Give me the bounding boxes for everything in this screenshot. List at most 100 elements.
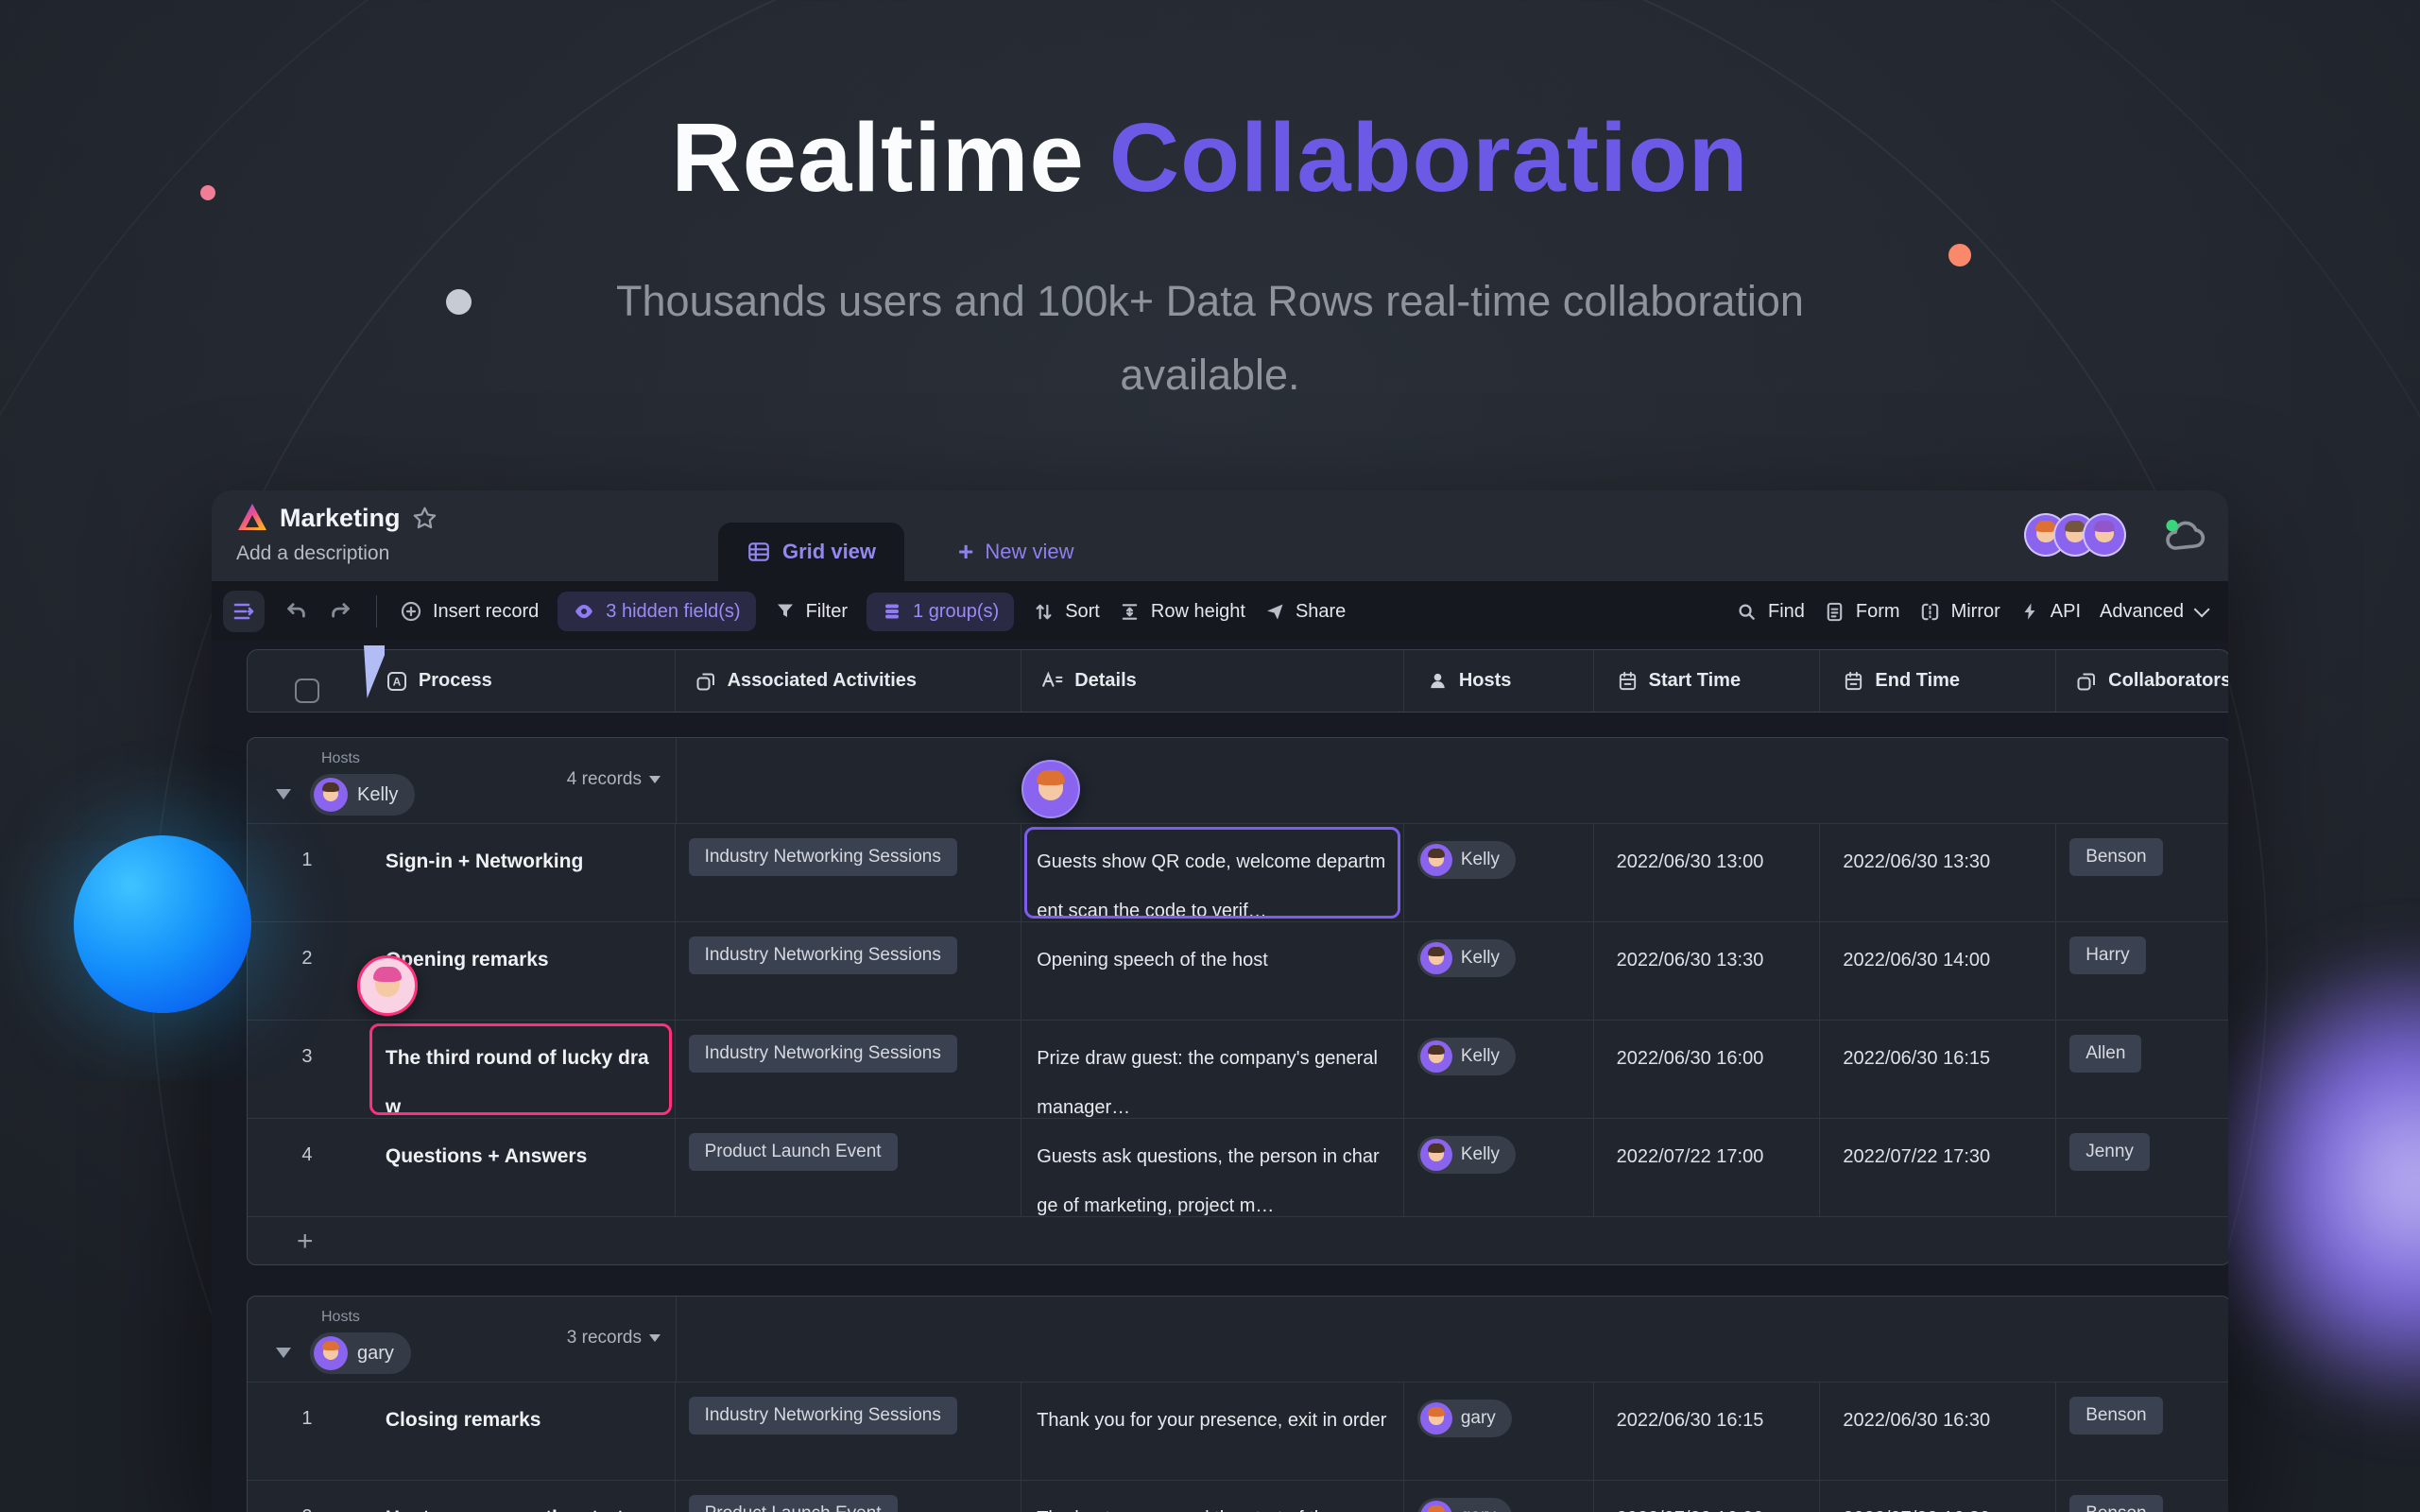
cell-details[interactable]: Guests show QR code, welcome department … — [1021, 824, 1404, 921]
group-field-label: Hosts — [321, 750, 360, 766]
cell-start-time[interactable]: 2022/06/30 13:30 — [1594, 922, 1821, 1020]
form-button[interactable]: Form — [1824, 601, 1900, 623]
group-collapse-toggle[interactable] — [276, 789, 291, 799]
cell-end-time[interactable]: 2022/06/30 13:30 — [1820, 824, 2057, 921]
document-info: Marketing Add a description — [236, 502, 438, 565]
cell-hosts[interactable]: Kelly — [1404, 1119, 1594, 1216]
avatar-kelly — [1419, 1139, 1452, 1171]
hero-title-accent: Collaboration — [1108, 103, 1749, 212]
star-outline-icon[interactable] — [412, 506, 438, 531]
cell-collaborators[interactable]: Harry — [2056, 922, 2228, 1020]
column-header-process[interactable]: A Process — [367, 650, 676, 712]
cell-end-time[interactable]: 2022/07/22 17:30 — [1820, 1119, 2057, 1216]
cell-end-time[interactable]: 2022/07/22 16:30 — [1820, 1481, 2057, 1512]
cell-details[interactable]: Thank you for your presence, exit in ord… — [1021, 1383, 1404, 1480]
insert-record-button[interactable]: Insert record — [400, 600, 539, 623]
app-header: Marketing Add a description Grid view Ne… — [212, 490, 2228, 581]
cell-process[interactable]: Sign-in + Networking — [367, 824, 676, 921]
hidden-fields-button[interactable]: 3 hidden field(s) — [558, 592, 756, 631]
decor-blue-sphere — [74, 835, 251, 1013]
cell-collaborators[interactable]: Benson — [2056, 1481, 2228, 1512]
cell-process[interactable]: Questions + Answers — [367, 1119, 676, 1216]
add-record-row[interactable] — [248, 1216, 2228, 1266]
select-all-checkbox[interactable] — [294, 678, 319, 703]
cell-hosts[interactable]: gary — [1404, 1481, 1594, 1512]
filter-button[interactable]: Filter — [775, 601, 848, 623]
cell-associated-activities[interactable]: Product Launch Event — [676, 1481, 1022, 1512]
redo-button[interactable] — [328, 599, 353, 625]
new-view-button[interactable]: New view — [958, 523, 1073, 581]
collapse-sidebar-button[interactable] — [223, 591, 265, 632]
cell-start-time[interactable]: 2022/06/30 16:15 — [1594, 1383, 1821, 1480]
cell-process[interactable]: The third round of lucky draw — [367, 1021, 676, 1118]
mirror-button[interactable]: Mirror — [1919, 601, 2000, 623]
cell-collaborators[interactable]: Benson — [2056, 1383, 2228, 1480]
add-description-button[interactable]: Add a description — [236, 542, 438, 565]
cell-associated-activities[interactable]: Industry Networking Sessions — [676, 1383, 1022, 1480]
cell-details[interactable]: Guests ask questions, the person in char… — [1021, 1119, 1404, 1216]
toolbar: Insert record 3 hidden field(s) Filter 1… — [212, 581, 2228, 642]
cell-end-time[interactable]: 2022/06/30 16:15 — [1820, 1021, 2057, 1118]
row-height-button[interactable]: Row height — [1119, 601, 1245, 623]
undo-button[interactable] — [283, 599, 309, 625]
cell-collaborators[interactable]: Jenny — [2056, 1119, 2228, 1216]
cell-process[interactable]: Host announces the start — [367, 1481, 676, 1512]
avatar-purple-hair[interactable] — [2083, 513, 2126, 557]
column-header-end-time[interactable]: End Time — [1820, 650, 2057, 712]
column-header-hosts[interactable]: Hosts — [1404, 650, 1594, 712]
cell-end-time[interactable]: 2022/06/30 14:00 — [1820, 922, 2057, 1020]
api-bolt-icon — [2019, 601, 2040, 622]
cell-start-time[interactable]: 2022/06/30 13:00 — [1594, 824, 1821, 921]
advanced-button[interactable]: Advanced — [2100, 601, 2210, 623]
cell-associated-activities[interactable]: Industry Networking Sessions — [676, 922, 1022, 1020]
table-row: 3 The third round of lucky draw Industry… — [248, 1020, 2228, 1118]
cell-details[interactable]: Prize draw guest: the company's general … — [1021, 1021, 1404, 1118]
search-icon — [1736, 601, 1758, 623]
column-header-details[interactable]: Details — [1021, 650, 1404, 712]
group-collapse-toggle[interactable] — [276, 1348, 291, 1358]
sort-button[interactable]: Sort — [1033, 601, 1100, 623]
svg-text:A: A — [393, 675, 402, 688]
column-header-collaborators[interactable]: Collaborators — [2056, 650, 2228, 712]
avatar-gary — [1419, 1501, 1452, 1512]
group-button[interactable]: 1 group(s) — [867, 592, 1015, 631]
cell-details[interactable]: The host announced the start of th — [1021, 1481, 1404, 1512]
cell-associated-activities[interactable]: Product Launch Event — [676, 1119, 1022, 1216]
cell-process[interactable]: Closing remarks — [367, 1383, 676, 1480]
column-header-start-time[interactable]: Start Time — [1594, 650, 1821, 712]
cell-end-time[interactable]: 2022/06/30 16:30 — [1820, 1383, 2057, 1480]
plus-icon — [297, 1228, 314, 1256]
group-record-count[interactable]: 4 records — [434, 769, 661, 790]
cell-start-time[interactable]: 2022/06/30 16:00 — [1594, 1021, 1821, 1118]
grid-view-icon — [747, 540, 771, 564]
cell-hosts[interactable]: Kelly — [1404, 824, 1594, 921]
cell-hosts[interactable]: Kelly — [1404, 1021, 1594, 1118]
link-record-icon — [695, 670, 717, 693]
hero-subtitle: Thousands users and 100k+ Data Rows real… — [616, 277, 1804, 399]
column-header-associated-activities[interactable]: Associated Activities — [676, 650, 1022, 712]
mirror-icon — [1919, 601, 1941, 623]
group-record-count[interactable]: 3 records — [434, 1328, 661, 1349]
caret-down-icon — [649, 776, 661, 783]
cell-collaborators[interactable]: Benson — [2056, 824, 2228, 921]
row-number: 3 — [301, 1046, 313, 1067]
collaborator-avatar-purple — [1021, 760, 1080, 818]
cell-hosts[interactable]: Kelly — [1404, 922, 1594, 1020]
group-stack-icon — [882, 601, 902, 622]
group-kelly: Hosts Kelly 4 records 1 Sign-in + Networ… — [247, 737, 2228, 1265]
table-row: 2 Host announces the start Product Launc… — [248, 1480, 2228, 1512]
cell-start-time[interactable]: 2022/07/22 17:00 — [1594, 1119, 1821, 1216]
cell-associated-activities[interactable]: Industry Networking Sessions — [676, 824, 1022, 921]
cell-start-time[interactable]: 2022/07/22 16:00 — [1594, 1481, 1821, 1512]
avatar-kelly — [1419, 942, 1452, 974]
chevron-down-icon — [2193, 601, 2210, 618]
find-button[interactable]: Find — [1736, 601, 1805, 623]
cell-associated-activities[interactable]: Industry Networking Sessions — [676, 1021, 1022, 1118]
share-button[interactable]: Share — [1264, 601, 1346, 623]
cell-details[interactable]: Opening speech of the host — [1021, 922, 1404, 1020]
cell-collaborators[interactable]: Allen — [2056, 1021, 2228, 1118]
tab-grid-view[interactable]: Grid view — [718, 523, 905, 581]
api-button[interactable]: API — [2019, 601, 2081, 623]
presence-avatars[interactable] — [2024, 513, 2126, 557]
cell-hosts[interactable]: gary — [1404, 1383, 1594, 1480]
